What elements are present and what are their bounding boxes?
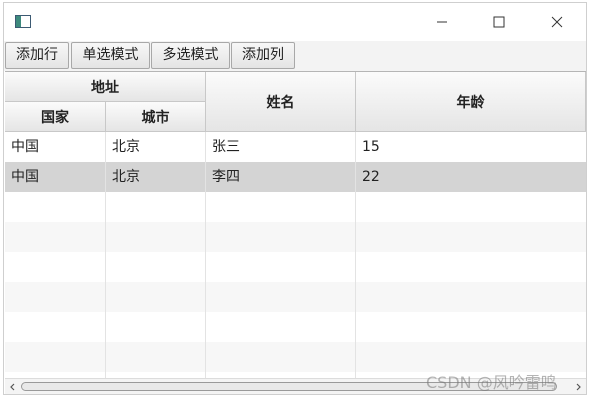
table-row[interactable]: 中国 北京 张三 15 [5,132,586,162]
maximize-button[interactable] [476,3,522,41]
empty-cell [356,252,586,282]
empty-cell [206,192,356,222]
empty-cell [356,312,586,342]
cell-age[interactable]: 15 [356,132,586,162]
empty-cell [106,222,206,252]
empty-cell [106,342,206,372]
empty-row [5,312,586,342]
toolbar: 添加行 单选模式 多选模式 添加列 [4,41,586,71]
empty-row [5,222,586,252]
column-header-address[interactable]: 地址 [5,72,206,102]
single-select-mode-button[interactable]: 单选模式 [71,42,150,69]
scroll-right-icon[interactable] [572,381,584,393]
add-row-button[interactable]: 添加行 [5,42,69,69]
table-body: 中国 北京 张三 15 中国 北京 李四 22 [5,132,586,378]
empty-row [5,192,586,222]
minimize-icon [437,21,447,23]
multi-select-mode-button[interactable]: 多选模式 [151,42,230,69]
empty-cell [5,282,106,312]
watermark: CSDN @风吟雷鸣 [426,373,557,392]
empty-cell [5,252,106,282]
maximize-icon [493,16,505,28]
empty-cell [206,222,356,252]
cell-country[interactable]: 中国 [5,162,106,192]
close-icon [551,16,563,28]
column-header-name[interactable]: 姓名 [206,72,356,132]
empty-cell [356,342,586,372]
cell-country[interactable]: 中国 [5,132,106,162]
empty-cell [5,222,106,252]
column-header-country[interactable]: 国家 [5,102,106,132]
cell-age[interactable]: 22 [356,162,586,192]
column-header-age[interactable]: 年龄 [356,72,586,132]
empty-cell [106,282,206,312]
application-window: 添加行 单选模式 多选模式 添加列 地址 国家 城市 姓名 年龄 中国 北京 张… [3,2,587,395]
empty-row [5,342,586,372]
scroll-left-icon[interactable] [7,381,19,393]
minimize-button[interactable] [419,3,465,41]
cell-city[interactable]: 北京 [106,132,206,162]
add-column-button[interactable]: 添加列 [231,42,295,69]
empty-cell [5,342,106,372]
empty-cell [206,252,356,282]
empty-cell [356,192,586,222]
cell-city[interactable]: 北京 [106,162,206,192]
empty-cell [356,222,586,252]
empty-cell [5,192,106,222]
title-bar[interactable] [4,3,586,41]
empty-cell [206,282,356,312]
empty-cell [106,192,206,222]
column-header-city[interactable]: 城市 [106,102,206,132]
close-button[interactable] [534,3,580,41]
table-view[interactable]: 地址 国家 城市 姓名 年龄 中国 北京 张三 15 中国 北京 李四 22 [5,71,586,394]
app-window-icon [15,15,31,28]
empty-row [5,282,586,312]
empty-cell [206,342,356,372]
table-row-selected[interactable]: 中国 北京 李四 22 [5,162,586,192]
empty-cell [356,282,586,312]
cell-name[interactable]: 张三 [206,132,356,162]
empty-cell [206,312,356,342]
empty-cell [106,312,206,342]
empty-row [5,252,586,282]
empty-cell [106,252,206,282]
empty-cell [5,312,106,342]
cell-name[interactable]: 李四 [206,162,356,192]
